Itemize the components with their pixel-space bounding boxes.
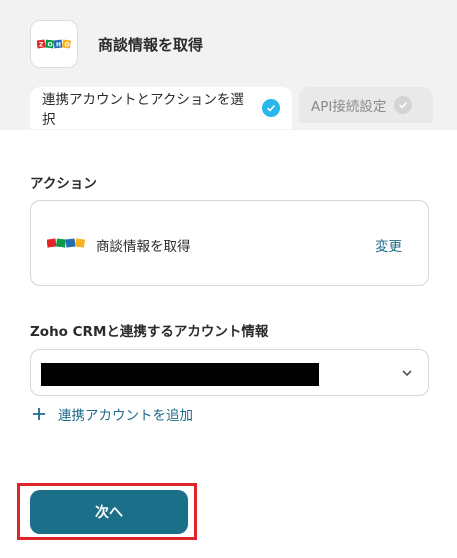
plus-icon [33,408,45,420]
account-section-label: Zoho CRMと連携するアカウント情報 [30,324,269,340]
zoho-logo-icon [47,238,85,248]
chevron-down-icon [402,370,412,377]
add-account-label: 連携アカウントを追加 [58,408,193,424]
redacted-account-value [41,363,319,386]
check-circle-icon [394,96,413,114]
account-select[interactable] [30,349,429,396]
change-button[interactable]: 変更 [375,235,402,255]
svg-text:O: O [48,42,53,49]
tab-label: 連携アカウントとアクションを選択 [42,92,244,128]
app-icon-box: Z O H O [30,20,78,68]
svg-text:Z: Z [39,42,44,49]
action-card: 商談情報を取得 変更 [30,200,429,286]
zoho-logo-icon: Z O H O [37,39,71,49]
check-circle-icon [262,99,280,117]
svg-text:H: H [56,42,61,49]
action-section-label: アクション [30,176,97,192]
tab-select-account-action[interactable]: 連携アカウントとアクションを選択 [30,87,292,129]
tab-api-settings[interactable]: API接続設定 [299,87,433,123]
page-title: 商談情報を取得 [98,36,204,54]
tab-label: API接続設定 [311,99,387,115]
next-button[interactable]: 次へ [30,490,188,534]
svg-text:O: O [65,42,70,49]
add-account-button[interactable]: 連携アカウントを追加 [32,404,193,424]
action-name: 商談情報を取得 [96,239,191,255]
